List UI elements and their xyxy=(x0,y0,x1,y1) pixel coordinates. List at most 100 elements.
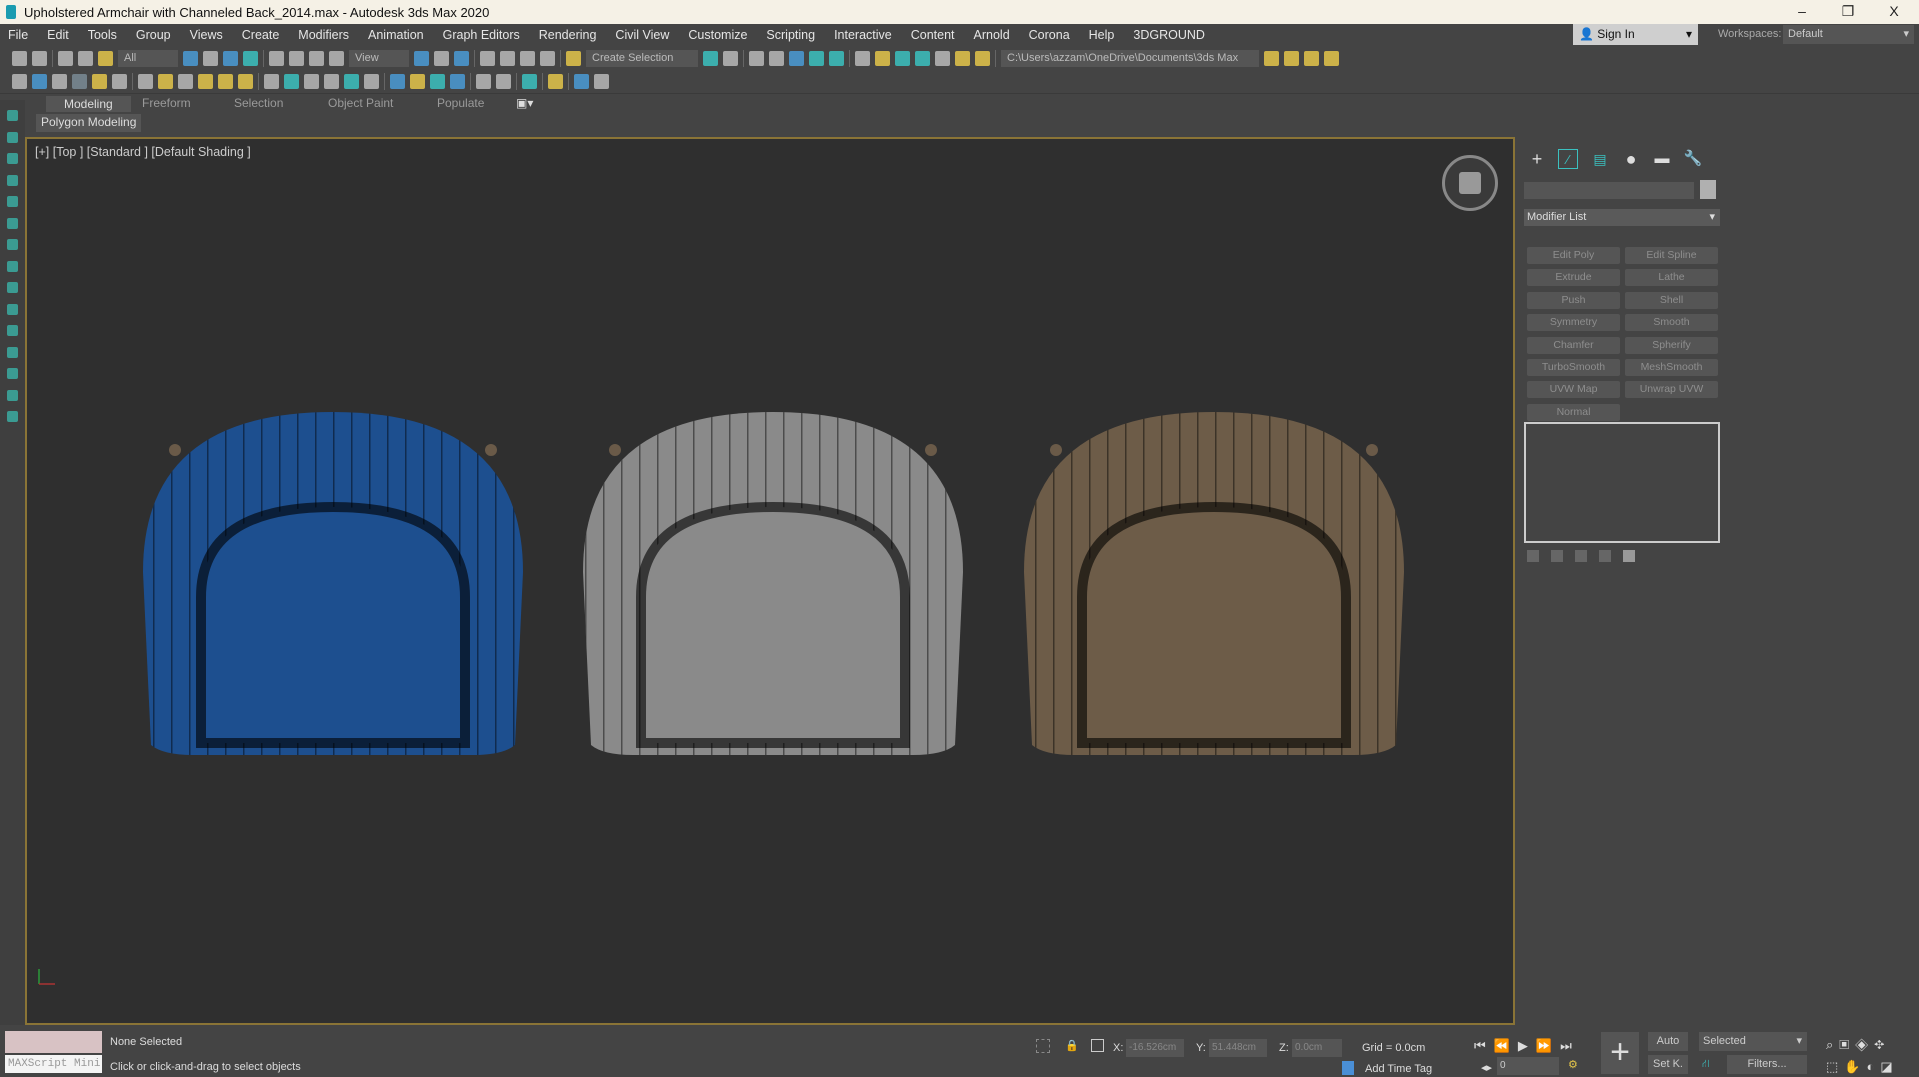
modifier-button-smooth[interactable]: Smooth xyxy=(1625,314,1718,332)
configure-modifier-sets-icon[interactable] xyxy=(1623,550,1635,562)
left-tool-icon[interactable] xyxy=(7,174,18,186)
left-tool-icon[interactable] xyxy=(7,110,18,121)
left-tool-icon[interactable] xyxy=(7,239,18,250)
rendered-frame-icon[interactable] xyxy=(895,51,910,66)
manipulate-icon[interactable] xyxy=(434,51,449,66)
modifier-button-normal[interactable]: Normal xyxy=(1527,403,1620,421)
menu-interactive[interactable]: Interactive xyxy=(834,28,892,42)
tab-freeform[interactable]: Freeform xyxy=(142,96,191,110)
sphere-icon[interactable] xyxy=(158,74,173,89)
redo-icon[interactable] xyxy=(32,51,47,66)
project-icon[interactable] xyxy=(1264,51,1279,66)
show-end-result-icon[interactable] xyxy=(1551,550,1563,562)
link-icon[interactable] xyxy=(58,51,73,66)
project-icon[interactable] xyxy=(1324,51,1339,66)
project-path-dropdown[interactable]: C:\Users\azzam\OneDrive\Documents\3ds Ma… xyxy=(1001,50,1259,81)
move-icon[interactable] xyxy=(269,51,284,66)
sun-icon[interactable] xyxy=(238,74,253,89)
rb-plugin-icon[interactable] xyxy=(574,74,589,89)
edit-named-selection-icon[interactable] xyxy=(566,51,581,66)
render-setup-icon[interactable] xyxy=(875,51,890,66)
keyboard-shortcut-icon[interactable] xyxy=(454,51,469,66)
tab-object-paint[interactable]: Object Paint xyxy=(328,96,393,110)
scene-canvas[interactable] xyxy=(27,139,1513,1023)
playback-controls[interactable]: ⏮⏪▶⏩⏭ xyxy=(1474,1038,1580,1054)
geosphere-icon[interactable] xyxy=(178,74,193,89)
left-tool-icon[interactable] xyxy=(7,153,18,164)
modify-tab-icon[interactable]: ∕ xyxy=(1558,149,1578,169)
menu-graph-editors[interactable]: Graph Editors xyxy=(443,28,520,42)
menu-customize[interactable]: Customize xyxy=(688,28,747,42)
modifier-list-dropdown[interactable]: Modifier List ▾ xyxy=(1524,209,1720,226)
modifier-button-meshsmooth[interactable]: MeshSmooth xyxy=(1625,359,1718,376)
maxscript-listener-output[interactable] xyxy=(5,1031,102,1053)
cone-icon[interactable] xyxy=(218,74,233,89)
curve-editor-icon[interactable] xyxy=(809,51,824,66)
modifier-button-turbosmooth[interactable]: TurboSmooth xyxy=(1527,359,1620,376)
minimize-button[interactable]: – xyxy=(1780,0,1824,24)
schematic-view-icon[interactable] xyxy=(829,51,844,66)
left-tool-icon[interactable] xyxy=(7,217,18,229)
left-tool-icon[interactable] xyxy=(7,389,18,401)
modifier-button-chamfer[interactable]: Chamfer xyxy=(1527,336,1620,354)
left-tool-icon[interactable] xyxy=(7,196,18,207)
rotate-icon[interactable] xyxy=(289,51,304,66)
x-coordinate-field[interactable]: -16.526cm xyxy=(1126,1039,1184,1057)
menu-create[interactable]: Create xyxy=(242,28,280,42)
shape-icon[interactable] xyxy=(344,74,359,89)
help-icon[interactable] xyxy=(496,74,511,89)
compound-icon[interactable] xyxy=(364,74,379,89)
modifier-button-uvw-map[interactable]: UVW Map xyxy=(1527,381,1620,399)
render-iterative-icon[interactable] xyxy=(935,51,950,66)
object-icon[interactable] xyxy=(72,74,87,89)
menu-modifiers[interactable]: Modifiers xyxy=(298,28,349,42)
key-mode-icon[interactable]: ◂▸ xyxy=(1481,1061,1492,1074)
undo-icon[interactable] xyxy=(12,51,27,66)
menu-arnold[interactable]: Arnold xyxy=(974,28,1010,42)
ribbon-toggle-icon[interactable] xyxy=(789,51,804,66)
asset-icon[interactable] xyxy=(476,74,491,89)
scissors-icon[interactable] xyxy=(975,51,990,66)
auto-key-button[interactable]: Auto xyxy=(1648,1032,1688,1051)
add-time-tag[interactable]: Add Time Tag xyxy=(1365,1063,1432,1075)
corona-icon[interactable] xyxy=(522,74,537,89)
layer-explorer-icon[interactable] xyxy=(769,51,784,66)
z-coordinate-field[interactable]: 0.0cm xyxy=(1292,1039,1342,1057)
ribbon-options-icon[interactable]: ▣▾ xyxy=(516,96,533,110)
restore-button[interactable]: ❐ xyxy=(1826,0,1870,24)
select-object-icon[interactable] xyxy=(183,51,198,66)
project-icon[interactable] xyxy=(1304,51,1319,66)
left-tool-icon[interactable] xyxy=(7,325,18,336)
unlink-icon[interactable] xyxy=(78,51,93,66)
script-icon[interactable] xyxy=(450,74,465,89)
menu-help[interactable]: Help xyxy=(1089,28,1115,42)
bind-spacewarp-icon[interactable] xyxy=(98,51,113,66)
zoom-icon[interactable]: ⌕▣◈✥ xyxy=(1826,1037,1890,1053)
pin-stack-icon[interactable] xyxy=(1527,550,1539,562)
named-selection-dropdown[interactable]: Create Selection Set xyxy=(586,50,698,81)
spacewarp-icon[interactable] xyxy=(284,74,299,89)
camera-icon[interactable] xyxy=(112,74,127,89)
render-icon[interactable] xyxy=(915,51,930,66)
modifier-button-lathe[interactable]: Lathe xyxy=(1625,269,1718,287)
placement-icon[interactable] xyxy=(329,51,344,66)
render-icon[interactable] xyxy=(390,74,405,89)
selection-filter-dropdown[interactable]: All xyxy=(118,50,178,67)
scene-explorer-icon[interactable] xyxy=(749,51,764,66)
project-icon[interactable] xyxy=(1284,51,1299,66)
armchair-blue[interactable] xyxy=(143,412,523,755)
time-config-icon[interactable]: ⚙ xyxy=(1568,1058,1578,1071)
remove-modifier-icon[interactable] xyxy=(1599,550,1611,562)
align-icon[interactable] xyxy=(723,51,738,66)
scale-icon[interactable] xyxy=(309,51,324,66)
angle-snap-icon[interactable] xyxy=(500,51,515,66)
left-tool-icon[interactable] xyxy=(7,411,18,422)
time-tag-icon[interactable] xyxy=(1342,1061,1354,1075)
set-key-button[interactable]: Set K. xyxy=(1648,1055,1688,1074)
create-tab-icon[interactable]: + xyxy=(1527,149,1547,169)
object-name-input[interactable] xyxy=(1524,182,1694,199)
left-tool-icon[interactable] xyxy=(7,260,18,272)
percent-snap-icon[interactable] xyxy=(520,51,535,66)
tab-modeling[interactable]: Modeling xyxy=(46,96,131,112)
polygon-modeling-panel[interactable]: Polygon Modeling xyxy=(36,114,142,132)
